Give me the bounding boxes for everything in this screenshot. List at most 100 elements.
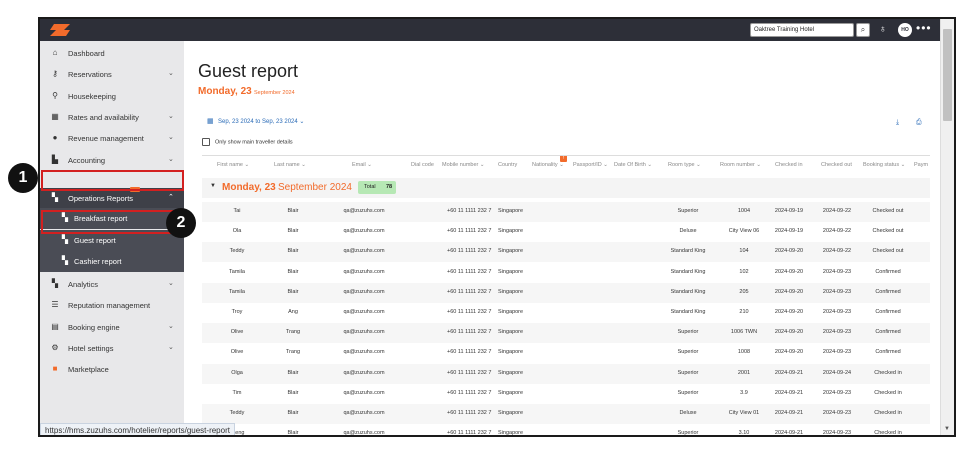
table-row[interactable]: Ola Blair qa@zuzuhs.com +60 11 1111 232 7 Si…: [202, 222, 930, 242]
date-group-row[interactable]: ▼ Monday, 23 September 2024 Total 78: [202, 178, 930, 198]
sidebar-item-dashboard[interactable]: ⌂ Dashboard: [40, 43, 184, 63]
total-count-badge: Total 78: [358, 181, 396, 194]
column-header-passport[interactable]: Passport/ID ⌄: [573, 162, 608, 168]
cell-first-name: Tim: [232, 389, 242, 396]
sidebar-subitem-cashier-report[interactable]: ▚ Cashier report: [40, 251, 184, 272]
lightbulb-icon[interactable]: ♁: [879, 23, 889, 37]
table-row[interactable]: Olive Trang qa@zuzuhs.com +60 11 1111 232 7…: [202, 343, 930, 363]
cell-room-number: City View 01: [728, 410, 760, 416]
scroll-down-arrow-icon[interactable]: ▼: [944, 426, 950, 432]
cell-last-name: Blair: [287, 288, 299, 295]
cell-country: Singapore: [498, 268, 524, 275]
report-icon: ▚: [61, 235, 69, 244]
table-row[interactable]: Olga Blair qa@zuzuhs.com +60 11 1111 232 7 S…: [202, 363, 930, 384]
cell-last-name: Blair: [287, 410, 299, 416]
cell-last-name: Trang: [285, 329, 301, 336]
checkbox-label: Only show main traveller details: [215, 139, 293, 146]
download-icon[interactable]: ⤓: [896, 119, 899, 127]
table-row[interactable]: Olive Trang qa@zuzuhs.com +60 11 1111 232 7…: [202, 323, 930, 344]
column-header-dob[interactable]: Date Of Birth ⌄: [614, 162, 652, 168]
guest-table: First name ⌄ Last name ⌄ Email ⌄ Dial co…: [202, 155, 930, 437]
sidebar-item-label: Hotel settings: [68, 344, 114, 353]
cell-last-name: Trang: [285, 349, 301, 356]
sidebar-item-housekeeping[interactable]: ⚲ Housekeeping: [40, 86, 184, 106]
cell-first-name: Troy: [231, 309, 243, 315]
cell-country: Singapore: [498, 329, 524, 336]
cell-checked-out: 2024-09-24: [822, 369, 852, 376]
cell-country: Singapore: [498, 208, 524, 214]
cell-room-type: Deluxe: [679, 410, 697, 416]
table-row[interactable]: Tamila Blair qa@zuzuhs.com +60 11 1111 232 …: [202, 282, 930, 303]
cell-last-name: Blair: [287, 268, 299, 275]
column-header-last-name[interactable]: Last name ⌄: [274, 162, 306, 168]
cell-checked-out: 2024-09-23: [822, 309, 852, 315]
cell-country: Singapore: [498, 228, 524, 235]
cell-checked-out: 2024-09-23: [822, 349, 852, 356]
sidebar-item-marketplace[interactable]: ■ Marketplace: [40, 359, 184, 379]
column-header-room-type[interactable]: Room type ⌄: [668, 162, 701, 168]
table-row[interactable]: Tai Blair qa@zuzuhs.com +60 11 1111 232 7 Si…: [202, 202, 930, 222]
cell-room-number: 1004: [737, 208, 751, 214]
cell-checked-in: 2024-09-19: [774, 208, 804, 214]
sidebar-item-reservations[interactable]: ⚷ Reservations ⌄: [40, 64, 184, 84]
date-range-text: Sep, 23 2024 to Sep, 23 2024: [218, 119, 298, 125]
nationality-warning-badge: !: [560, 156, 567, 162]
table-row[interactable]: Teddy Blair qa@zuzuhs.com +60 11 1111 232 7…: [202, 242, 930, 263]
chevron-down-icon: ⌄: [168, 344, 174, 351]
cell-mobile: +60 11 1111 232 7: [447, 208, 492, 214]
column-header-booking-status[interactable]: Booking status ⌄: [863, 162, 905, 168]
sidebar-item-accounting[interactable]: ▙ Accounting ⌄: [40, 150, 184, 170]
only-main-traveller-toggle[interactable]: Only show main traveller details: [202, 138, 293, 146]
cell-last-name: Blair: [287, 248, 299, 255]
sidebar-item-label: Booking engine: [68, 323, 120, 332]
sidebar-item-hotel-settings[interactable]: ⚙ Hotel settings ⌄: [40, 338, 184, 358]
date-range-picker[interactable]: Sep, 23 2024 to Sep, 23 2024 ⌄: [218, 118, 304, 125]
sidebar-item-operations-reports[interactable]: ▚ Operations Reports ⌃: [40, 188, 184, 208]
sidebar-item-booking-engine[interactable]: ▤ Booking engine ⌄: [40, 317, 184, 337]
collapse-arrow-icon[interactable]: ▼: [210, 183, 216, 189]
table-row[interactable]: Teddy Blair qa@zuzuhs.com +60 11 1111 232 7…: [202, 404, 930, 424]
sidebar-item-rates[interactable]: ▦ Rates and availability ⌄: [40, 107, 184, 127]
column-header-mobile-number[interactable]: Mobile number ⌄: [442, 162, 485, 168]
cell-first-name: Ola: [232, 228, 242, 235]
column-header-email[interactable]: Email ⌄: [352, 162, 372, 168]
table-row[interactable]: Tim Blair qa@zuzuhs.com +60 11 1111 232 7 Si…: [202, 384, 930, 404]
zuzu-logo[interactable]: [50, 24, 70, 36]
sidebar: ⌂ Dashboard ⚷ Reservations ⌄ ⚲ Housekeep…: [40, 41, 184, 435]
vertical-scrollbar[interactable]: ▼: [940, 19, 954, 435]
table-row[interactable]: Taeng Blair qa@zuzuhs.com +60 11 1111 232 7…: [202, 424, 930, 437]
sidebar-item-revenue[interactable]: ● Revenue management ⌄: [40, 128, 184, 148]
column-header-payment[interactable]: Paym: [914, 162, 928, 168]
cell-booking-status: Confirmed: [875, 268, 901, 275]
sidebar-item-analytics[interactable]: ▚ Analytics ⌄: [40, 274, 184, 294]
cell-last-name: Blair: [287, 369, 299, 376]
avatar[interactable]: HO: [898, 23, 912, 37]
cell-mobile: +60 11 1111 232 7: [447, 228, 492, 235]
cell-first-name: Teddy: [229, 248, 245, 255]
sidebar-item-label: Operations Reports: [68, 194, 134, 203]
column-header-country[interactable]: Country: [498, 162, 517, 168]
cell-room-type: Superior: [677, 208, 699, 214]
hotel-select[interactable]: Oaktree Training Hotel: [750, 23, 854, 37]
cell-room-type: Superior: [677, 369, 699, 376]
cell-email: qa@zuzuhs.com: [343, 309, 385, 315]
print-icon[interactable]: ⎙: [916, 119, 922, 127]
column-header-nationality[interactable]: Nationality ⌄: [532, 162, 564, 168]
search-icon[interactable]: ⌕: [856, 23, 870, 37]
cell-last-name: Blair: [287, 208, 299, 214]
table-row[interactable]: Tamila Blair qa@zuzuhs.com +60 11 1111 232 …: [202, 263, 930, 283]
column-header-room-number[interactable]: Room number ⌄: [720, 162, 761, 168]
table-row[interactable]: Troy Ang qa@zuzuhs.com +60 11 1111 232 7 Sin…: [202, 303, 930, 323]
cell-last-name: Blair: [287, 430, 299, 437]
column-header-checked-in[interactable]: Checked in: [775, 162, 803, 168]
cell-checked-out: 2024-09-23: [822, 288, 852, 295]
scrollbar-thumb[interactable]: [943, 29, 952, 121]
column-header-dial-code[interactable]: Dial code: [411, 162, 434, 168]
more-options-icon[interactable]: •••: [916, 21, 932, 35]
sidebar-item-label: Reputation management: [68, 301, 151, 310]
cell-room-type: Standard King: [670, 288, 706, 295]
column-header-checked-out[interactable]: Checked out: [821, 162, 852, 168]
column-header-first-name[interactable]: First name ⌄: [217, 162, 249, 168]
sidebar-item-reputation[interactable]: ☰ Reputation management: [40, 295, 184, 315]
checkbox[interactable]: [202, 138, 210, 146]
